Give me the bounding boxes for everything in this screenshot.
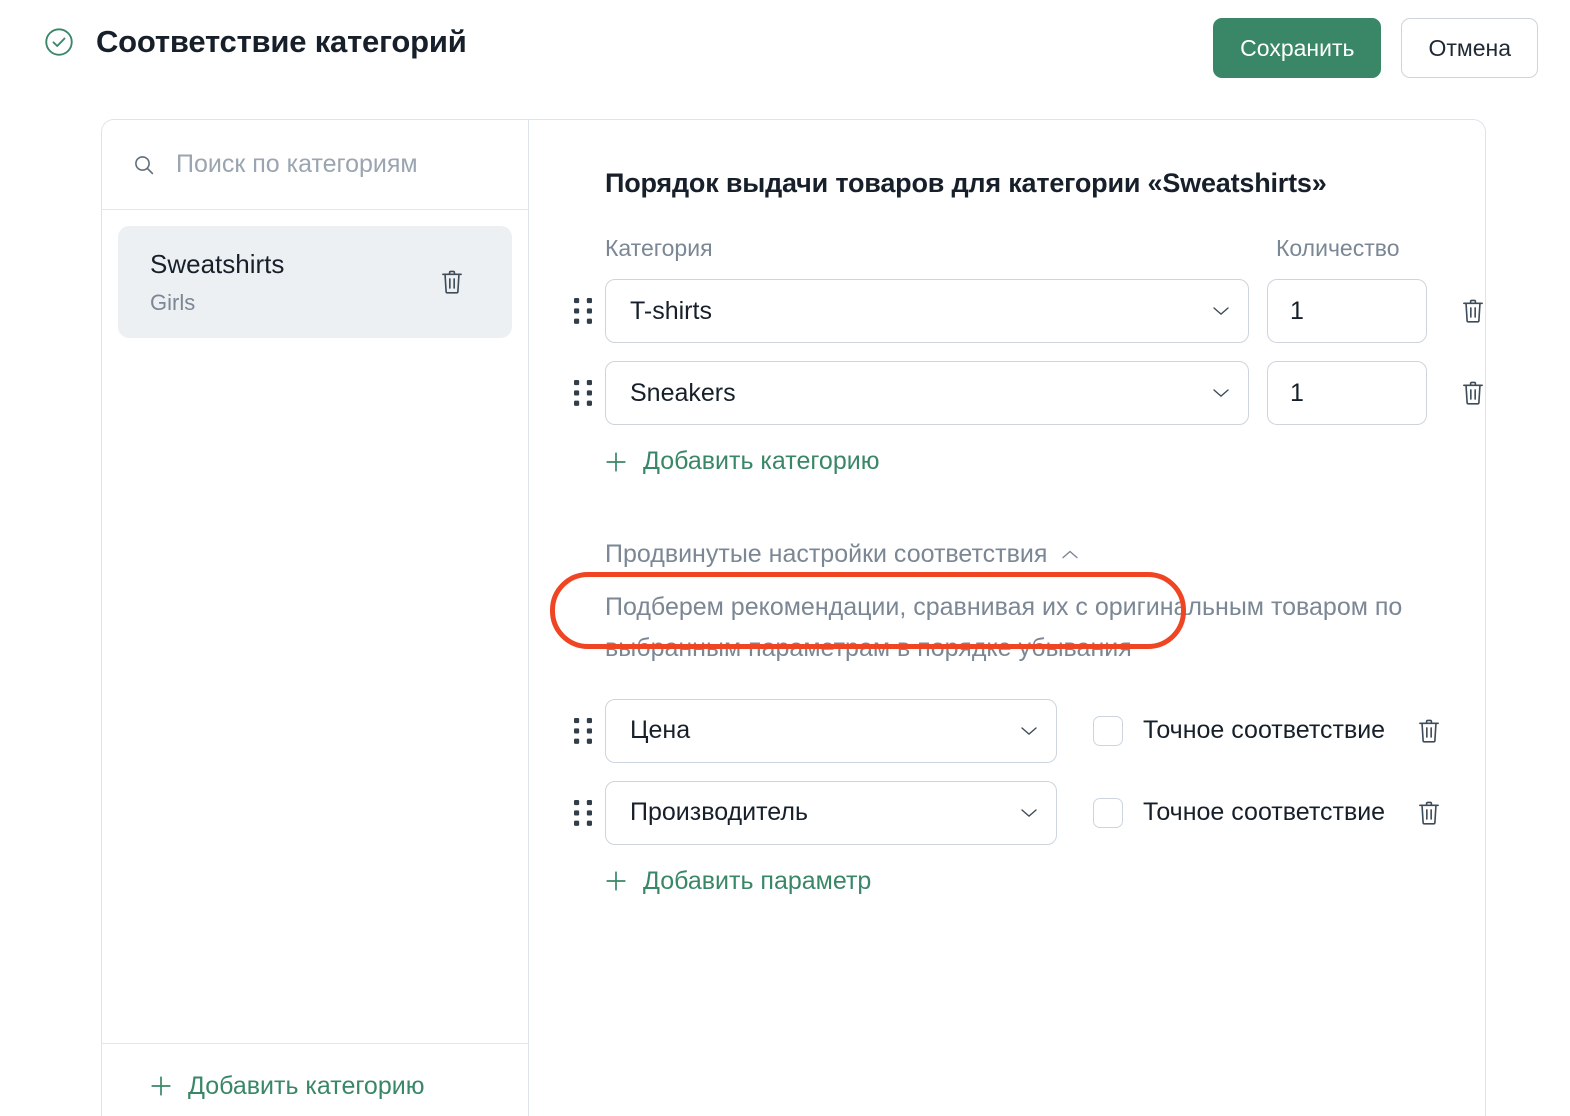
category-select-value-1: Sneakers: [630, 378, 736, 407]
add-category-label: Добавить категорию: [643, 447, 880, 475]
checkbox-box[interactable]: [1093, 715, 1123, 746]
trash-icon[interactable]: [1417, 799, 1441, 827]
add-parameter-button[interactable]: Добавить параметр: [605, 867, 871, 896]
advanced-settings-toggle[interactable]: Продвинутые настройки соответствия: [605, 540, 1079, 569]
checkbox-box[interactable]: [1093, 797, 1123, 828]
category-list: Sweatshirts Girls: [102, 210, 528, 1043]
parameter-select-value-1: Производитель: [630, 798, 808, 826]
add-parameter-label: Добавить параметр: [643, 866, 872, 895]
trash-icon[interactable]: [440, 268, 464, 296]
search-input[interactable]: [174, 149, 474, 180]
category-matching-card: Sweatshirts Girls Добавить категорию По: [101, 119, 1486, 1116]
add-parameter-row: Добавить параметр: [605, 867, 1485, 898]
quantity-input-0[interactable]: [1267, 279, 1427, 343]
search-icon: [135, 155, 154, 174]
advanced-settings-description: Подберем рекомендации, сравнивая их с ор…: [605, 592, 1403, 662]
search-row: [102, 120, 528, 210]
list-item[interactable]: Sweatshirts Girls: [118, 226, 512, 338]
chevron-down-icon: [1213, 307, 1229, 315]
table-row: Sneakers: [573, 361, 1485, 425]
table-row: Цена Точное соответствие: [573, 698, 1485, 763]
category-item-name: Sweatshirts: [150, 249, 285, 279]
add-category-sidebar-label: Добавить категорию: [188, 1071, 425, 1100]
table-row: Производитель Точное соответствие: [573, 780, 1485, 845]
column-header-category: Категория: [605, 235, 713, 261]
page-root: Соответствие категорий Сохранить Отмена …: [0, 0, 1570, 1116]
parameter-rows: Цена Точное соответствие Производитель Т…: [573, 698, 1485, 845]
category-sidebar: Sweatshirts Girls Добавить категорию: [102, 120, 529, 1116]
exact-match-label-0: Точное соответствие: [1143, 716, 1386, 744]
column-headers: Категория Количество: [605, 235, 1485, 265]
save-button[interactable]: Сохранить: [1213, 18, 1382, 78]
page-title-group: Соответствие категорий: [44, 24, 467, 60]
check-circle-icon: [45, 28, 73, 56]
cancel-button[interactable]: Отмена: [1401, 18, 1538, 78]
category-item-subtitle: Girls: [150, 290, 196, 315]
parameter-select-value-0: Цена: [630, 716, 691, 744]
plus-icon: [606, 871, 626, 891]
category-select-0[interactable]: T-shirts: [605, 279, 1249, 343]
plus-icon: [606, 451, 626, 472]
plus-icon: [151, 1076, 171, 1096]
chevron-down-icon: [1021, 726, 1037, 735]
exact-match-checkbox-0[interactable]: Точное соответствие: [1093, 715, 1386, 746]
quantity-input-1[interactable]: [1267, 361, 1427, 425]
add-category-sidebar-button[interactable]: Добавить категорию: [150, 1072, 424, 1101]
parameter-select-1[interactable]: Производитель: [605, 780, 1057, 845]
page-title: Соответствие категорий: [96, 24, 467, 59]
trash-icon[interactable]: [1417, 717, 1441, 745]
column-header-quantity: Количество: [1276, 235, 1400, 261]
category-select-1[interactable]: Sneakers: [605, 361, 1249, 425]
trash-icon[interactable]: [1461, 379, 1485, 407]
drag-handle-icon[interactable]: [573, 716, 593, 746]
add-category-button[interactable]: Добавить категорию: [605, 447, 879, 476]
exact-match-checkbox-1[interactable]: Точное соответствие: [1093, 797, 1386, 828]
add-category-row: Добавить категорию: [605, 447, 1485, 478]
chevron-down-icon: [1213, 389, 1229, 397]
category-select-value-0: T-shirts: [630, 296, 712, 325]
drag-handle-icon[interactable]: [573, 798, 593, 828]
parameter-select-0[interactable]: Цена: [605, 698, 1057, 763]
trash-icon[interactable]: [1461, 297, 1485, 325]
sidebar-footer: Добавить категорию: [102, 1043, 528, 1116]
chevron-up-icon: [1062, 550, 1079, 558]
chevron-down-icon: [1021, 808, 1037, 817]
header-actions: Сохранить Отмена: [1213, 18, 1538, 78]
advanced-settings-toggle-label: Продвинутые настройки соответствия: [605, 539, 1048, 568]
table-row: T-shirts: [573, 279, 1485, 343]
drag-handle-icon[interactable]: [573, 296, 593, 326]
page-header: Соответствие категорий Сохранить Отмена: [0, 0, 1570, 100]
matching-main-panel: Порядок выдачи товаров для категории «Sw…: [529, 120, 1485, 1116]
drag-handle-icon[interactable]: [573, 378, 593, 408]
main-panel-title: Порядок выдачи товаров для категории «Sw…: [605, 168, 1327, 198]
exact-match-label-1: Точное соответствие: [1143, 798, 1386, 826]
